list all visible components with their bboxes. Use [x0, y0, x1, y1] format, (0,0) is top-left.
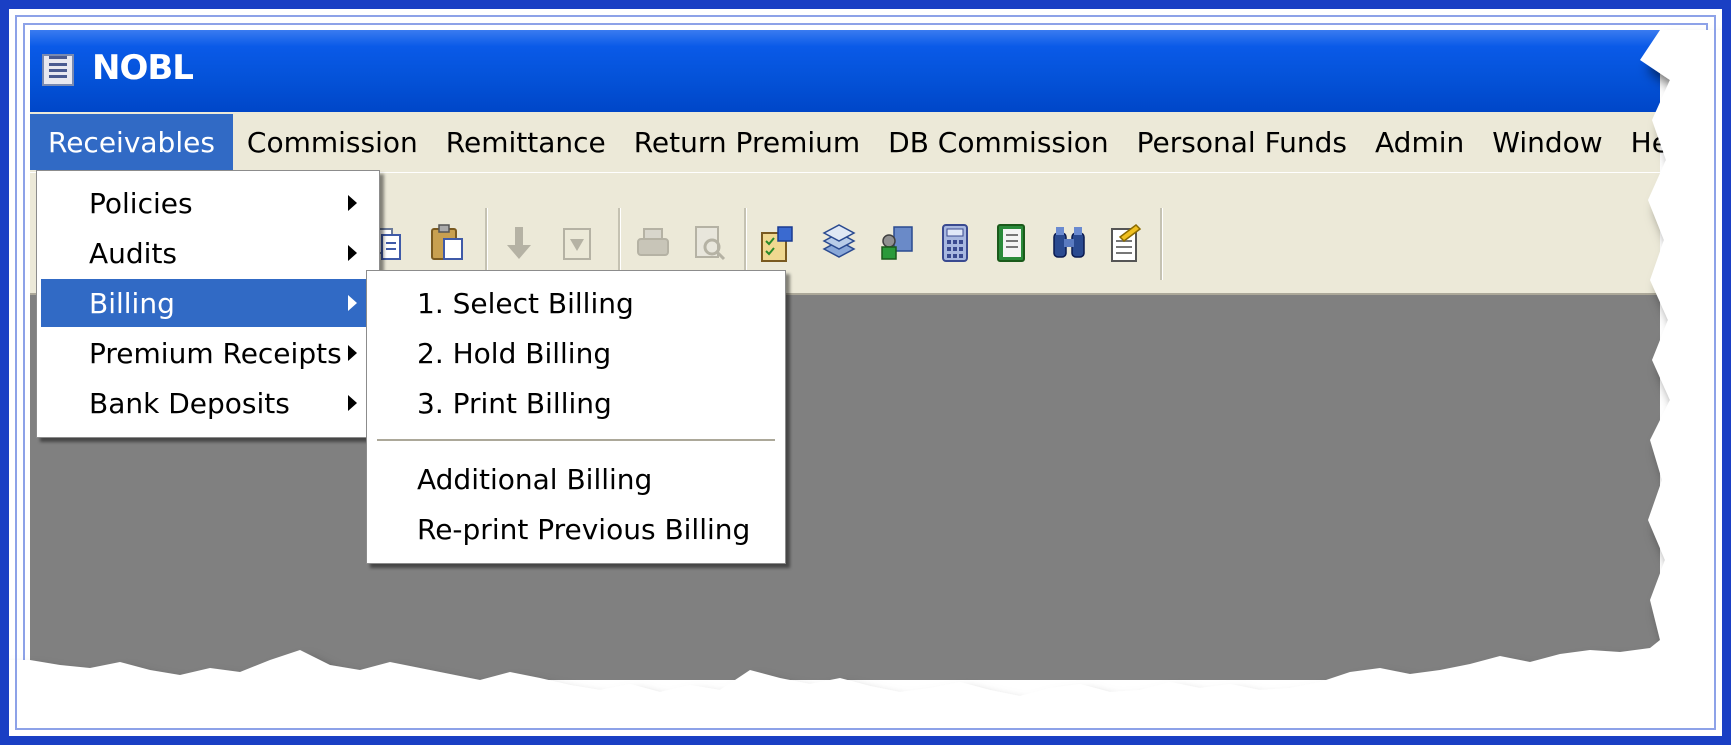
menu-item-policies[interactable]: Policies [41, 179, 375, 227]
app-menu-icon[interactable] [42, 54, 74, 86]
toolbar-separator [1160, 208, 1163, 280]
menu-commission[interactable]: Commission [233, 114, 432, 170]
menu-item-label: Audits [89, 236, 178, 270]
paste-icon[interactable] [428, 223, 466, 263]
menu-item-print-billing[interactable]: 3. Print Billing [371, 379, 781, 427]
menu-separator [377, 439, 775, 441]
menu-item-hold-billing[interactable]: 2. Hold Billing [371, 329, 781, 377]
menu-admin[interactable]: Admin [1361, 114, 1478, 170]
menu-item-audits[interactable]: Audits [41, 229, 375, 277]
menu-item-premium-receipts[interactable]: Premium Receipts [41, 329, 375, 377]
menu-item-label: 3. Print Billing [417, 386, 612, 420]
menu-help[interactable]: Help [1617, 114, 1709, 170]
stack-icon[interactable] [820, 223, 858, 263]
import-icon[interactable] [558, 223, 596, 263]
checklist-icon[interactable] [758, 223, 796, 263]
billing-submenu: 1. Select Billing 2. Hold Billing 3. Pri… [366, 270, 786, 564]
menu-item-select-billing[interactable]: 1. Select Billing [371, 279, 781, 327]
menu-item-billing[interactable]: Billing [41, 279, 375, 327]
menu-item-reprint-previous-billing[interactable]: Re-print Previous Billing [371, 505, 781, 553]
edit-note-icon[interactable] [1106, 223, 1144, 263]
menu-item-label: 2. Hold Billing [417, 336, 612, 370]
menu-item-label: Policies [89, 186, 193, 220]
submenu-arrow-icon [348, 245, 357, 261]
menu-bar: Receivables Commission Remittance Return… [30, 112, 1695, 172]
menu-item-label: Re-print Previous Billing [417, 512, 751, 546]
submenu-arrow-icon [348, 195, 357, 211]
arrow-down-icon[interactable] [500, 223, 538, 263]
menu-item-label: 1. Select Billing [417, 286, 634, 320]
binoculars-icon[interactable] [1050, 223, 1088, 263]
submenu-arrow-icon [348, 295, 357, 311]
users-icon[interactable] [878, 223, 916, 263]
menu-item-label: Billing [89, 286, 175, 320]
menu-remittance[interactable]: Remittance [432, 114, 620, 170]
menu-item-bank-deposits[interactable]: Bank Deposits [41, 379, 375, 427]
print-preview-icon[interactable] [690, 223, 728, 263]
title-bar: NOBL [30, 30, 1660, 112]
menu-db-commission[interactable]: DB Commission [874, 114, 1123, 170]
print-icon[interactable] [634, 223, 672, 263]
submenu-arrow-icon [348, 345, 357, 361]
menu-item-label: Bank Deposits [89, 386, 290, 420]
menu-receivables[interactable]: Receivables [30, 114, 233, 170]
menu-personal-funds[interactable]: Personal Funds [1123, 114, 1361, 170]
menu-window[interactable]: Window [1478, 114, 1616, 170]
menu-item-label: Additional Billing [417, 462, 653, 496]
submenu-arrow-icon [348, 395, 357, 411]
calculator-icon[interactable] [936, 223, 974, 263]
notebook-icon[interactable] [992, 223, 1030, 263]
menu-item-label: Premium Receipts [89, 336, 342, 370]
receivables-menu: Policies Audits Billing Premium Receipts… [36, 170, 380, 438]
window-title: NOBL [92, 48, 194, 88]
menu-return-premium[interactable]: Return Premium [620, 114, 874, 170]
menu-item-additional-billing[interactable]: Additional Billing [371, 455, 781, 503]
